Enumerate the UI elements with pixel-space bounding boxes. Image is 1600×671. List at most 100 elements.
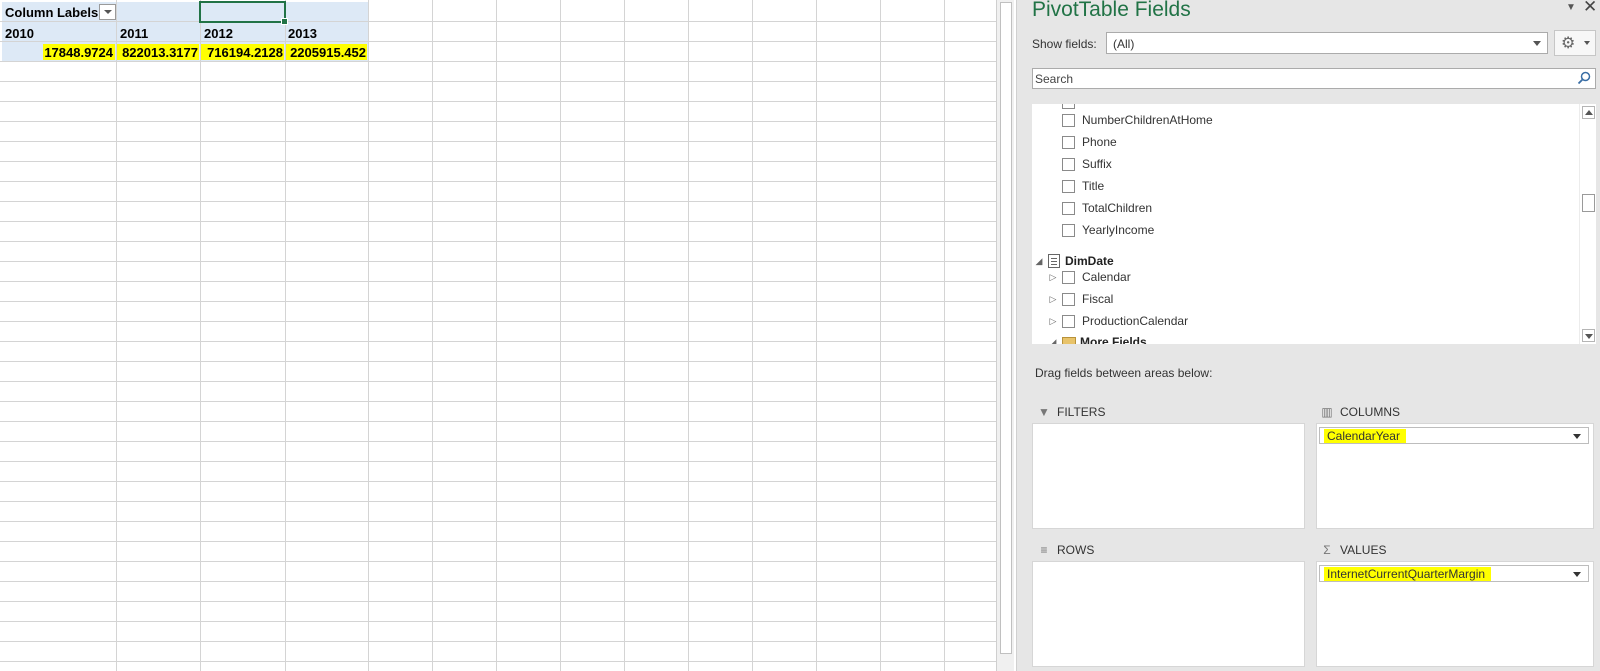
value-cell-2012[interactable]: 716194.2128 [201, 45, 283, 60]
columns-area-header: ▥ COLUMNS [1320, 405, 1400, 419]
sheet-scroll-thumb[interactable] [1000, 2, 1012, 654]
expand-icon[interactable]: ▷ [1046, 294, 1060, 305]
value-cell-2010[interactable]: 17848.9724 [40, 45, 113, 60]
column-gridline [752, 0, 753, 671]
selected-cell[interactable] [199, 1, 288, 25]
column-gridline [200, 0, 201, 671]
show-fields-label: Show fields: [1032, 37, 1097, 51]
column-gridline [285, 0, 286, 671]
field-label: Calendar [1082, 270, 1131, 284]
column-gridline [624, 0, 625, 671]
table-label: DimDate [1065, 254, 1114, 268]
more-fields-node[interactable]: ◢ More Fields [1046, 332, 1147, 344]
values-field-label: InternetCurrentQuarterMargin [1324, 567, 1492, 581]
column-gridline [560, 0, 561, 671]
cell-grid [0, 0, 996, 671]
value-cell-2011[interactable]: 822013.3177 [117, 45, 198, 60]
field-label: Phone [1082, 135, 1117, 149]
field-list-scroll-thumb[interactable] [1582, 194, 1595, 212]
search-icon[interactable] [1577, 71, 1591, 85]
field-checkbox[interactable] [1062, 270, 1075, 284]
column-gridline [816, 0, 817, 671]
columns-field-pill[interactable]: CalendarYear [1319, 427, 1589, 444]
collapse-icon[interactable]: ◢ [1032, 256, 1046, 267]
column-labels-filter-button[interactable] [99, 4, 116, 20]
field-label: YearlyIncome [1082, 223, 1155, 237]
drag-fields-label: Drag fields between areas below: [1035, 366, 1213, 380]
expand-icon[interactable]: ▷ [1046, 272, 1060, 283]
filter-icon: ▼ [1038, 405, 1050, 419]
pane-title: PivotTable Fields [1032, 0, 1191, 21]
field-item[interactable]: ▷ ProductionCalendar [1046, 311, 1189, 331]
field-item[interactable]: NumberChildrenAtHome [1062, 110, 1213, 130]
values-field-pill[interactable]: InternetCurrentQuarterMargin [1319, 565, 1589, 582]
field-checkbox[interactable] [1062, 292, 1075, 306]
year-header-2012[interactable]: 2012 [204, 26, 233, 41]
search-input[interactable]: Search [1032, 68, 1596, 89]
chevron-down-icon[interactable] [1573, 572, 1581, 577]
field-item[interactable]: ▷ Calendar [1046, 267, 1131, 287]
values-area-header: Σ VALUES [1320, 543, 1386, 557]
field-checkbox[interactable] [1062, 104, 1075, 109]
column-gridline [116, 0, 117, 671]
field-list-scrollbar[interactable] [1579, 104, 1596, 344]
field-item[interactable]: Phone [1062, 132, 1117, 152]
field-item[interactable]: Suffix [1062, 154, 1112, 174]
search-placeholder: Search [1035, 72, 1074, 86]
gear-icon: ⚙ [1561, 35, 1576, 52]
column-gridline [880, 0, 881, 671]
rows-icon: ≡ [1040, 543, 1048, 557]
columns-label: COLUMNS [1340, 405, 1401, 419]
show-fields-value: (All) [1113, 37, 1135, 51]
values-label: VALUES [1340, 543, 1387, 557]
table-icon [1048, 254, 1060, 268]
sigma-icon: Σ [1323, 543, 1331, 557]
field-checkbox[interactable] [1062, 223, 1075, 237]
field-label: TotalChildren [1082, 201, 1153, 215]
scroll-up-icon[interactable] [1582, 106, 1595, 119]
tools-button[interactable]: ⚙ [1554, 30, 1596, 56]
sheet-vertical-scrollbar[interactable] [996, 0, 1014, 671]
worksheet[interactable]: Column Labels 2010 2011 2012 2013 17848.… [0, 0, 996, 671]
chevron-down-icon [1584, 41, 1590, 45]
column-gridline [944, 0, 945, 671]
folder-icon [1062, 337, 1076, 344]
show-fields-select[interactable]: (All) [1106, 32, 1548, 54]
year-header-2011[interactable]: 2011 [120, 26, 148, 41]
rows-label: ROWS [1057, 543, 1095, 557]
chevron-down-icon[interactable] [1573, 434, 1581, 439]
field-checkbox[interactable] [1062, 135, 1075, 149]
field-item[interactable]: ▷ Fiscal [1046, 289, 1114, 309]
scroll-down-icon[interactable] [1582, 329, 1595, 342]
column-gridline [688, 0, 689, 671]
pane-options-icon[interactable]: ▼ [1566, 2, 1576, 13]
rows-drop-zone[interactable] [1032, 561, 1305, 667]
field-checkbox[interactable] [1062, 157, 1075, 171]
expand-icon[interactable]: ▷ [1046, 316, 1060, 327]
columns-field-label: CalendarYear [1324, 429, 1406, 443]
field-item[interactable]: YearlyIncome [1062, 220, 1154, 240]
close-icon[interactable]: ✕ [1583, 0, 1597, 17]
field-checkbox[interactable] [1062, 113, 1075, 127]
year-header-2010[interactable]: 2010 [5, 26, 34, 41]
field-label: Fiscal [1082, 292, 1114, 306]
field-checkbox[interactable] [1062, 179, 1075, 193]
filters-label: FILTERS [1057, 405, 1106, 419]
field-item[interactable]: TotalChildren [1062, 198, 1152, 218]
field-label: NumberChildrenAtHome [1082, 113, 1213, 127]
field-item[interactable]: Title [1062, 176, 1104, 196]
values-drop-zone[interactable]: InternetCurrentQuarterMargin [1316, 561, 1594, 667]
column-gridline [432, 0, 433, 671]
filters-drop-zone[interactable] [1032, 423, 1305, 529]
field-checkbox[interactable] [1062, 314, 1075, 328]
column-gridline [368, 0, 369, 671]
filters-area-header: ▼ FILTERS [1037, 405, 1105, 419]
collapse-icon[interactable]: ◢ [1046, 337, 1060, 345]
column-labels-header[interactable]: Column Labels [5, 5, 98, 20]
field-checkbox[interactable] [1062, 201, 1075, 215]
value-cell-2013[interactable]: 2205915.452 [286, 45, 366, 60]
columns-drop-zone[interactable]: CalendarYear [1316, 423, 1594, 529]
field-list[interactable]: NumberChildrenAtHome Phone Suffix Title … [1032, 104, 1596, 344]
field-label: ProductionCalendar [1082, 314, 1189, 328]
year-header-2013[interactable]: 2013 [288, 26, 317, 41]
